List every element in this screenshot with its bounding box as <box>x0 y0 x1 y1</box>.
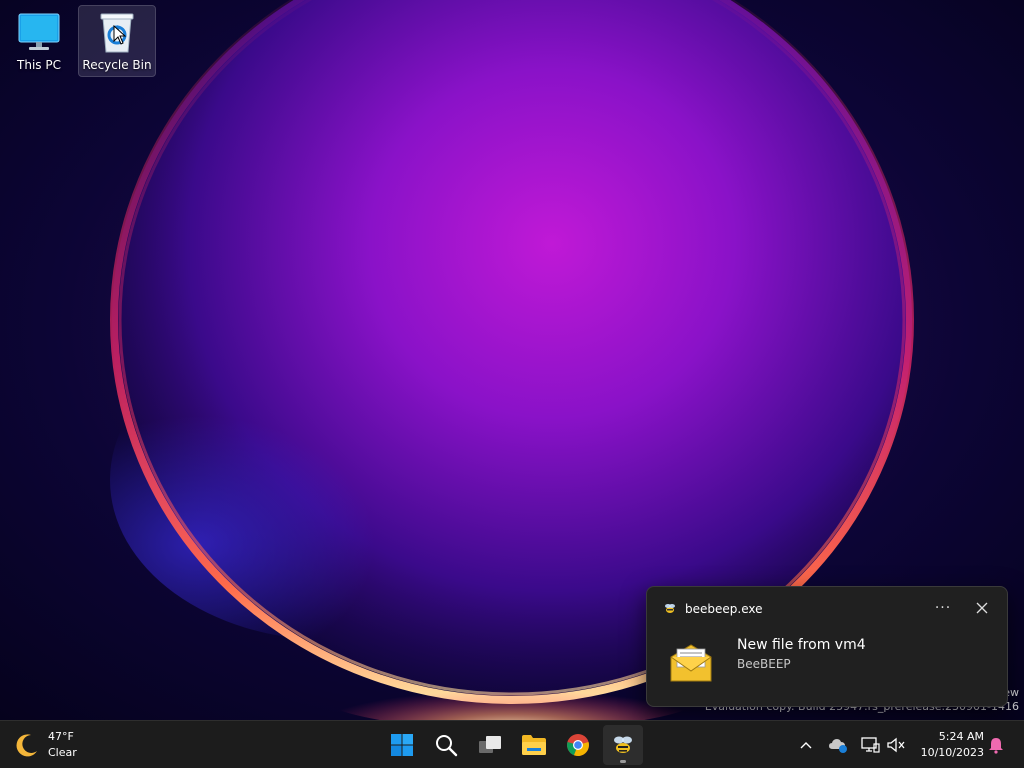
task-view-button[interactable] <box>470 725 510 765</box>
volume-control[interactable] <box>884 733 908 757</box>
start-button[interactable] <box>382 725 422 765</box>
search-icon <box>436 735 458 757</box>
clock-time: 5:24 AM <box>938 730 984 743</box>
network-icon <box>861 737 880 753</box>
notification-subtitle: BeeBEEP <box>737 657 791 671</box>
close-icon[interactable] <box>971 597 993 619</box>
running-indicator <box>620 760 626 763</box>
beebeep-app-icon <box>665 604 675 613</box>
clock-date: 10/10/2023 <box>920 746 984 759</box>
bell-icon <box>989 738 1003 754</box>
taskbar: 47°F Clear 5:24 AM 10/10/2023 <box>0 720 1024 768</box>
notification-toast[interactable]: beebeep.exe ··· New file from vm4 BeeBEE… <box>646 586 1008 707</box>
task-view-icon <box>479 736 501 753</box>
desktop-icon-label: Recycle Bin <box>82 58 152 72</box>
network-status[interactable] <box>858 733 882 757</box>
file-explorer-button[interactable] <box>514 725 554 765</box>
clock[interactable]: 5:24 AM 10/10/2023 <box>914 729 984 761</box>
onedrive-status[interactable] <box>826 733 850 757</box>
desktop-icon-label: This PC <box>17 58 61 72</box>
mouse-cursor-icon <box>113 25 127 45</box>
chrome-button[interactable] <box>558 725 598 765</box>
computer-icon <box>15 10 63 54</box>
desktop[interactable]: This PC Recycle Bin ew Evaluation copy. … <box>0 0 1024 720</box>
notification-app-name: beebeep.exe <box>685 602 763 616</box>
windows-start-icon <box>391 734 413 756</box>
weather-temperature: 47°F <box>48 730 74 743</box>
onedrive-icon <box>829 739 847 753</box>
notification-center-button[interactable] <box>984 733 1008 757</box>
weather-widget[interactable]: 47°F Clear <box>14 727 77 763</box>
envelope-icon <box>670 644 712 682</box>
more-icon[interactable]: ··· <box>931 597 955 619</box>
volume-muted-icon <box>887 737 905 753</box>
chevron-up-icon <box>800 742 812 749</box>
weather-condition: Clear <box>48 746 77 759</box>
notification-header: beebeep.exe <box>663 601 762 617</box>
desktop-icon-this-pc[interactable]: This PC <box>1 6 77 76</box>
chrome-icon <box>567 734 589 757</box>
search-button[interactable] <box>426 725 466 765</box>
moon-icon <box>16 734 37 757</box>
notification-title: New file from vm4 <box>737 637 866 653</box>
show-hidden-icons-button[interactable] <box>794 733 818 757</box>
beebeep-button[interactable] <box>603 725 643 765</box>
folder-icon <box>522 735 546 755</box>
beebeep-icon <box>614 736 632 753</box>
